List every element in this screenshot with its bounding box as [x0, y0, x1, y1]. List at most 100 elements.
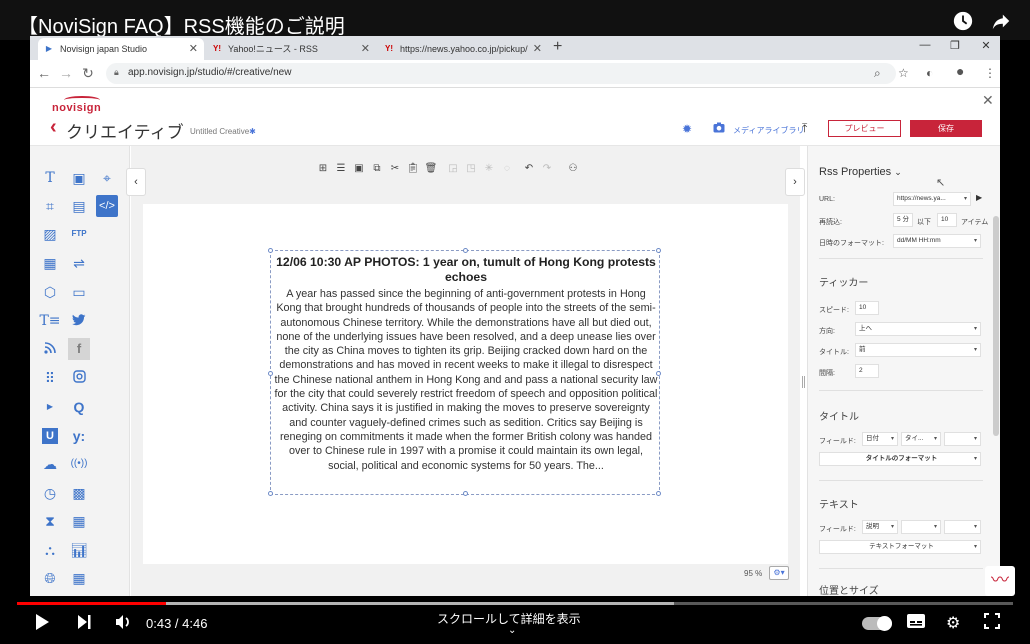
app-close-icon[interactable]: ✕ [982, 92, 994, 109]
text-tool-icon[interactable]: T [39, 167, 61, 189]
paste-icon[interactable]: 📋︎ [406, 163, 420, 174]
url-go-icon[interactable]: ▶ [976, 193, 982, 202]
title-field-select-2[interactable]: タイ... ▾ [901, 432, 941, 446]
creative-canvas[interactable]: 12/06 10:30 AP PHOTOS: 1 year on, tumult… [143, 204, 788, 564]
broadcast-icon[interactable]: ((•)) [68, 453, 90, 475]
text-format-button[interactable]: テキストフォーマット ▾ [819, 540, 981, 554]
redo-icon[interactable]: ↷ [540, 163, 554, 174]
share-network-icon[interactable]: ⛬ [39, 539, 61, 561]
grid-icon[interactable]: ⊞ [316, 163, 330, 174]
resize-handle[interactable] [656, 248, 661, 253]
restore-icon[interactable]: ❐ [945, 39, 965, 52]
snap-icon[interactable]: ▣ [352, 163, 366, 174]
text-field-select-2[interactable]: ▾ [901, 520, 941, 534]
screen-tool-icon[interactable]: ▭ [68, 281, 90, 303]
properties-scrollbar[interactable] [993, 216, 999, 436]
novisign-floating-logo-icon[interactable]: 〰 [985, 566, 1015, 596]
panel-resize-grip[interactable] [802, 376, 805, 388]
subtitles-icon[interactable] [906, 613, 926, 634]
profile-icon[interactable]: ● [956, 63, 964, 79]
align-icon[interactable]: ☰ [334, 163, 348, 174]
direction-select[interactable]: 上へ ▾ [855, 322, 981, 336]
title-field-select-3[interactable]: ▾ [944, 432, 981, 446]
resize-handle[interactable] [268, 491, 273, 496]
resize-handle[interactable] [463, 248, 468, 253]
menu-kebab-icon[interactable]: ⋮ [984, 66, 996, 80]
url-select[interactable]: https://news.ya... ▾ [893, 192, 971, 206]
back-chevron-icon[interactable]: ‹ [50, 116, 57, 139]
text-list-tool-icon[interactable]: T≡ [39, 310, 61, 332]
ticker-tool-icon[interactable]: ⌖ [96, 167, 118, 189]
slideshow-tool-icon[interactable]: ▤ [68, 195, 90, 217]
undo-icon[interactable]: ↶ [522, 163, 536, 174]
properties-title[interactable]: Rss Properties ⌄ [819, 166, 902, 178]
resize-handle[interactable] [268, 248, 273, 253]
back-icon[interactable]: ← [36, 65, 52, 81]
twitter-icon[interactable] [68, 310, 90, 332]
frame-tool-icon[interactable]: ⌗ [39, 195, 61, 217]
url-field[interactable]: 🔒︎ app.novisign.jp/studio/#/creative/new… [106, 63, 896, 84]
media-library-link[interactable]: メディアライブラリ [733, 125, 804, 136]
instagram-icon[interactable] [68, 367, 90, 389]
play-icon[interactable] [34, 613, 50, 636]
next-video-icon[interactable] [76, 613, 92, 636]
camera-icon[interactable] [713, 122, 725, 136]
interval-field[interactable]: 2 [855, 364, 879, 378]
fullscreen-icon[interactable] [984, 613, 1000, 634]
facebook-icon[interactable]: f [68, 338, 90, 360]
hourglass-icon[interactable]: ⧗ [39, 510, 61, 532]
upload-icon[interactable]: ⤒ [802, 121, 807, 136]
calendar-icon[interactable]: ▦ [68, 510, 90, 532]
watch-later-icon[interactable] [950, 10, 976, 36]
bookmark-star-icon[interactable]: ☆ [898, 66, 909, 80]
html-tool-icon[interactable]: </> [96, 195, 118, 217]
zoom-icon[interactable]: ⌕ [874, 66, 881, 81]
send-back-icon[interactable]: ◳ [464, 163, 478, 174]
settings-gear-icon[interactable]: ⚙ [946, 613, 960, 633]
toolbox-collapse-button[interactable]: ‹ [126, 168, 146, 196]
browser-tab-yahoo-pickup[interactable]: Y! https://news.yahoo.co.jp/pickup/ ✕ [378, 38, 548, 60]
forward-icon[interactable]: → [58, 65, 74, 81]
ustream-icon[interactable]: U [42, 428, 58, 444]
ftp-tool-icon[interactable]: FTP [68, 223, 90, 245]
weather-icon[interactable]: ☁ [39, 453, 61, 475]
preview-button[interactable]: プレビュー [828, 120, 901, 137]
reload-icon[interactable]: ↻ [80, 65, 96, 82]
video-tool-icon[interactable]: ▦ [39, 252, 61, 274]
properties-collapse-button[interactable]: › [785, 168, 805, 196]
youtube-icon[interactable]: ▶ [39, 396, 61, 418]
window-close-icon[interactable]: ✕ [976, 39, 996, 52]
video-progress-bar[interactable] [17, 602, 1013, 605]
query-tool-icon[interactable]: Q [68, 396, 90, 418]
resize-handle[interactable] [656, 491, 661, 496]
table-tool-icon[interactable]: ▦ [68, 567, 90, 589]
zoom-settings-button[interactable]: ⚙▾ [769, 566, 789, 580]
speed-field[interactable]: 10 [855, 301, 879, 315]
share-icon[interactable] [988, 10, 1014, 36]
gallery-tool-icon[interactable]: ▩ [68, 482, 90, 504]
date-format-select[interactable]: dd/MM HH:mm ▾ [893, 234, 981, 248]
title-field-select-1[interactable]: 日付 ▾ [862, 432, 898, 446]
autoplay-toggle[interactable] [862, 616, 892, 631]
resize-handle[interactable] [268, 371, 273, 376]
close-icon[interactable]: ✕ [361, 38, 370, 60]
delete-icon[interactable]: 🗑︎ [424, 163, 438, 174]
yahoo-widget-icon[interactable]: y: [68, 425, 90, 447]
cut-icon[interactable]: ✂ [388, 163, 402, 174]
copy-icon[interactable]: ⧉ [370, 163, 384, 174]
shapes-tool-icon[interactable]: ⬡ [39, 281, 61, 303]
browser-tab-studio[interactable]: ▶ Novisign japan Studio ✕ [38, 38, 204, 60]
text-field-select-1[interactable]: 説明 ▾ [862, 520, 898, 534]
creative-name[interactable]: Untitled Creative✱ [190, 127, 256, 136]
globe-icon[interactable]: 🌐︎ [39, 567, 61, 589]
save-button[interactable]: 保存 [910, 120, 982, 137]
minimize-icon[interactable]: — [915, 39, 935, 51]
reload-minutes-field[interactable]: 5 分 [893, 213, 913, 227]
video-title[interactable]: 【NoviSign FAQ】RSS機能のご説明 [18, 10, 345, 39]
bring-front-icon[interactable]: ◲ [446, 163, 460, 174]
bar-chart-icon[interactable]: 📊︎ [68, 539, 90, 561]
rss-widget[interactable]: 12/06 10:30 AP PHOTOS: 1 year on, tumult… [268, 248, 661, 496]
extension-icon[interactable]: ◐ [926, 66, 933, 80]
browser-tab-yahoo-rss[interactable]: Y! Yahoo!ニュース - RSS ✕ [206, 38, 376, 60]
rss-tool-icon[interactable] [39, 338, 61, 360]
